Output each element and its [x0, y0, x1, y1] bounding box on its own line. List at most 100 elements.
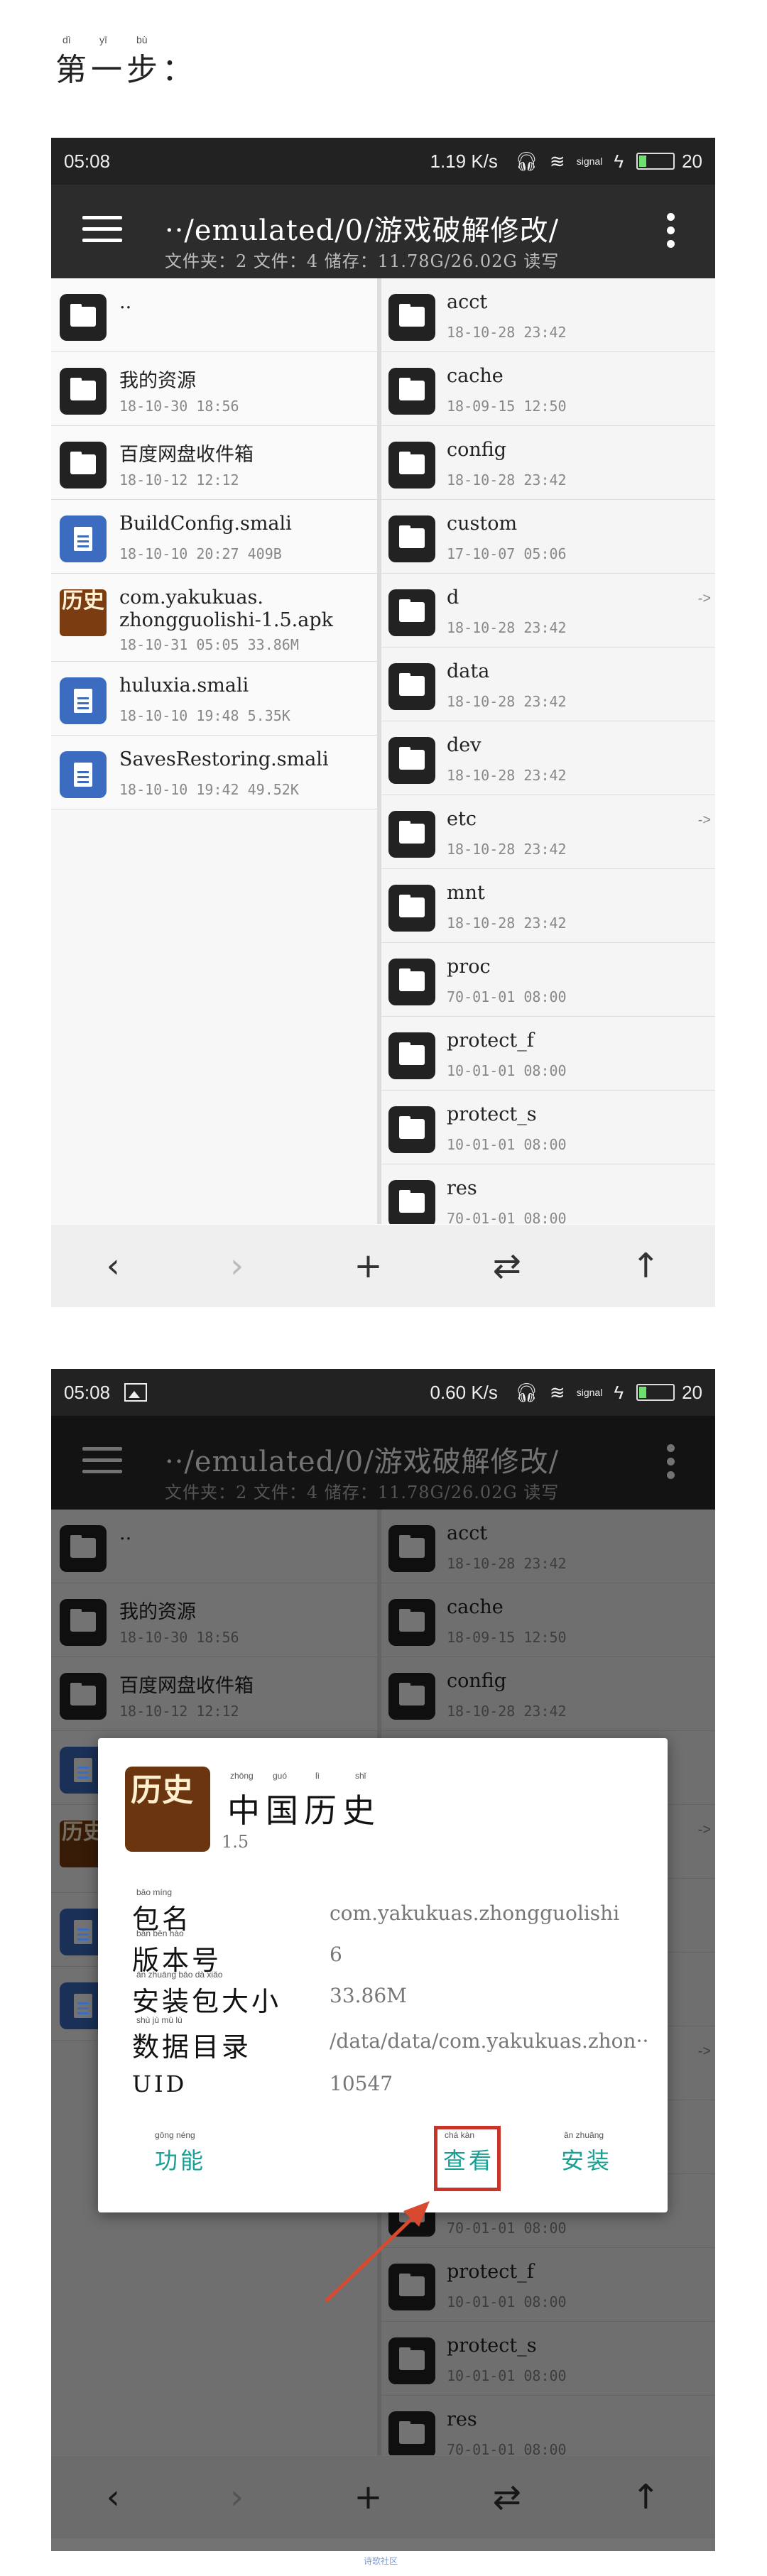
file-meta: 70-01-01 08:00: [447, 1210, 567, 1224]
back-icon[interactable]: ‹: [107, 1246, 120, 1286]
file-row[interactable]: res 70-01-01 08:00: [381, 1164, 715, 1224]
folder-icon: [60, 442, 107, 489]
status-time: 05:08: [64, 150, 111, 172]
network-speed: 1.19 K/s: [430, 150, 498, 172]
battery-icon: [636, 1384, 675, 1401]
ruby: gōng néng: [155, 2130, 195, 2140]
file-row[interactable]: BuildConfig.smali 18-10-10 20:27 409B: [51, 500, 377, 574]
file-row[interactable]: config 18-10-28 23:42: [381, 426, 715, 500]
annotation-arrow-icon: [325, 2201, 430, 2303]
file-row[interactable]: SavesRestoring.smali 18-10-10 19:42 49.52…: [51, 736, 377, 809]
battery-level: [639, 155, 647, 167]
file-name: 我的资源: [119, 370, 196, 392]
left-pane[interactable]: .. 我的资源 18-10-30 18:56 百度网盘收件箱 18-10-12 12…: [51, 278, 381, 1224]
step-title: 第一步： dì yī bù: [55, 34, 197, 89]
file-row[interactable]: cache 18-09-15 12:50: [381, 352, 715, 426]
file-meta: 18-10-31 05:05 33.86M: [119, 636, 299, 653]
file-row[interactable]: proc 70-01-01 08:00: [381, 943, 715, 1017]
version-code-value: 6: [330, 1943, 342, 1966]
file-row[interactable]: 历史 com.yakukuas.zhongguolishi-1.5.apk 18-1…: [51, 574, 377, 662]
ruby: guó: [273, 1771, 288, 1781]
folder-icon: [388, 515, 435, 562]
folder-icon: [388, 1032, 435, 1079]
document-icon: [60, 751, 107, 798]
file-meta: 17-10-07 05:06: [447, 545, 567, 562]
file-meta: 10-01-01 08:00: [447, 1062, 567, 1079]
add-icon[interactable]: +: [354, 1246, 382, 1286]
headphone-icon: 🎧︎: [514, 150, 538, 172]
folder-icon: [388, 959, 435, 1005]
menu-icon[interactable]: [82, 216, 122, 250]
ruby: bù: [136, 34, 148, 45]
image-notification-icon: [124, 1383, 148, 1402]
file-row[interactable]: dev 18-10-28 23:42: [381, 721, 715, 795]
bottom-toolbar: ‹ › + ⇄ ↑: [51, 1225, 715, 1307]
file-name-line2: zhongguolishi-1.5.apk: [119, 609, 334, 631]
file-meta: 18-10-12 12:12: [119, 471, 239, 489]
file-name: BuildConfig.smali: [119, 513, 292, 535]
folder-icon: [60, 368, 107, 415]
file-row[interactable]: protect_f 10-01-01 08:00: [381, 1017, 715, 1091]
file-row[interactable]: data 18-10-28 23:42: [381, 648, 715, 721]
file-name: res: [447, 1177, 477, 1199]
file-row[interactable]: d 18-10-28 23:42 ->: [381, 574, 715, 648]
file-row[interactable]: huluxia.smali 18-10-10 19:48 5.35K: [51, 662, 377, 736]
file-row[interactable]: 我的资源 18-10-30 18:56: [51, 352, 377, 426]
file-row[interactable]: 百度网盘收件箱 18-10-12 12:12: [51, 426, 377, 500]
network-speed: 0.60 K/s: [430, 1381, 498, 1403]
ruby: zhōng: [230, 1771, 254, 1781]
file-meta: 18-10-28 23:42: [447, 619, 567, 636]
status-bar: 05:08 0.60 K/s 🎧︎ ≋ signal ϟ 20: [51, 1369, 715, 1416]
wifi-icon: ≋: [549, 1381, 565, 1403]
file-row[interactable]: acct 18-10-28 23:42: [381, 278, 715, 352]
file-meta: 18-10-30 18:56: [119, 398, 239, 415]
file-row[interactable]: ..: [51, 278, 377, 352]
file-row[interactable]: etc 18-10-28 23:42 ->: [381, 795, 715, 869]
up-icon[interactable]: ↑: [631, 1246, 660, 1286]
file-name: d: [447, 586, 459, 608]
ruby: yī: [99, 34, 107, 45]
app-info-dialog: 历史 中国历史 zhōng guó lì shǐ 1.5 bāo míng 包名…: [98, 1738, 668, 2212]
more-options-icon[interactable]: [667, 213, 675, 253]
current-path[interactable]: ··/emulated/0/游戏破解修改/: [165, 207, 559, 249]
file-meta: 18-10-28 23:42: [447, 767, 567, 784]
document-icon: [60, 677, 107, 724]
view-button[interactable]: 查看: [443, 2143, 494, 2176]
status-bar: 05:08 1.19 K/s 🎧︎ ≋ signal ϟ 20: [51, 138, 715, 185]
ruby: bǎn běn hào: [136, 1928, 184, 1938]
file-meta: 18-10-28 23:42: [447, 324, 567, 341]
forward-icon[interactable]: ›: [230, 1246, 244, 1286]
data-dir-value: /data/data/com.yakukuas.zhon··: [330, 2029, 649, 2053]
package-name-value: com.yakukuas.zhongguolishi: [330, 1901, 620, 1925]
file-name: custom: [447, 513, 518, 535]
file-meta: 18-09-15 12:50: [447, 398, 567, 415]
ruby: dì: [62, 34, 71, 45]
file-row[interactable]: custom 17-10-07 05:06: [381, 500, 715, 574]
package-size-label: 安装包大小: [132, 1986, 282, 2017]
right-pane[interactable]: acct 18-10-28 23:42 cache 18-09-15 12:50 con…: [381, 278, 715, 1224]
file-name: data: [447, 660, 490, 682]
signal-icon: signal: [576, 155, 603, 167]
app-version: 1.5: [222, 1832, 249, 1852]
file-name: protect_s: [447, 1103, 537, 1125]
apk-logo-text: 历史: [62, 589, 104, 613]
file-name: cache: [447, 365, 504, 387]
file-meta: 18-10-10 19:42 49.52K: [119, 781, 299, 798]
file-name: SavesRestoring.smali: [119, 748, 329, 770]
wifi-icon: ≋: [549, 150, 565, 172]
ruby: lì: [315, 1771, 320, 1781]
file-row[interactable]: mnt 18-10-28 23:42: [381, 869, 715, 943]
features-button[interactable]: 功能: [155, 2143, 206, 2176]
folder-icon: [388, 294, 435, 341]
folder-icon: [388, 737, 435, 784]
ruby: ān zhuāng: [564, 2130, 604, 2140]
install-button[interactable]: 安装: [561, 2143, 612, 2176]
storage-info: 文件夹：2 文件：4 储存：11.78G/26.02G 读写: [165, 251, 560, 271]
file-meta: 18-10-10 19:48 5.35K: [119, 707, 290, 724]
file-meta: 18-10-28 23:42: [447, 471, 567, 489]
app-logo-text: 历史: [131, 1772, 193, 1808]
file-row[interactable]: protect_s 10-01-01 08:00: [381, 1091, 715, 1164]
folder-icon: [388, 368, 435, 415]
step-title-text: 第一步：: [55, 52, 197, 88]
swap-icon[interactable]: ⇄: [493, 1246, 521, 1286]
